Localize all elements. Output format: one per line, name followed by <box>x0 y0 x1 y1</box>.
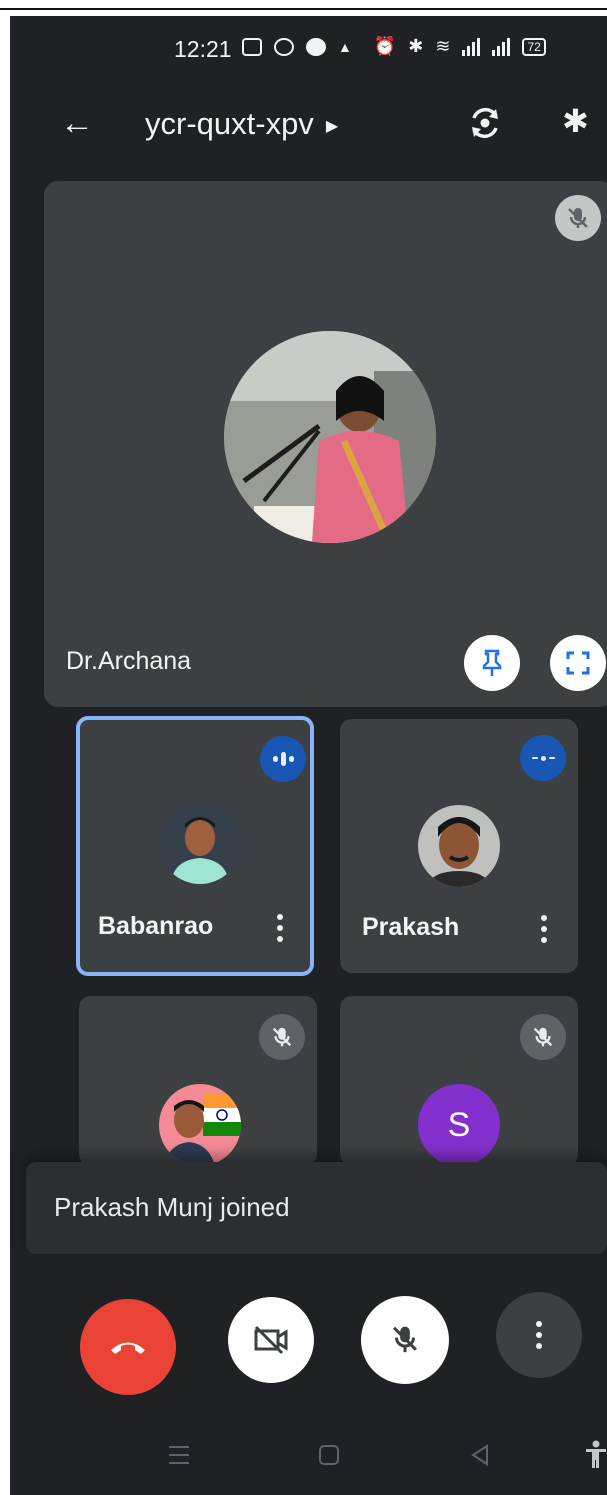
meeting-code-button[interactable]: ycr-quxt-xpv ▶ <box>145 106 338 142</box>
more-vert-icon[interactable] <box>276 914 284 942</box>
system-navigation-bar <box>10 1416 607 1495</box>
bluetooth-icon[interactable]: ✱ <box>562 102 589 140</box>
speaking-indicator-icon <box>260 736 306 782</box>
pin-button[interactable] <box>464 635 520 691</box>
status-icons: ▲ ⏰ ✱ ≋ 72 <box>242 36 546 57</box>
participant-tile[interactable]: S <box>340 996 578 1166</box>
participant-name: Prakash <box>362 913 460 941</box>
more-options-button[interactable] <box>496 1292 582 1378</box>
home-icon[interactable] <box>318 1444 340 1466</box>
camera-toggle-button[interactable] <box>228 1297 314 1383</box>
battery-icon: 72 <box>522 37 546 56</box>
app-notification-icon: ▲ <box>338 38 352 55</box>
meeting-app-bar: ← ycr-quxt-xpv ▶ ✱ <box>10 96 607 156</box>
participant-tile[interactable] <box>79 996 317 1166</box>
end-call-button[interactable] <box>80 1299 176 1395</box>
bluetooth-status-icon: ✱ <box>408 36 424 56</box>
more-vert-icon <box>535 1321 543 1349</box>
participant-tile-prakash[interactable]: Prakash <box>340 719 578 973</box>
avatar <box>418 805 500 887</box>
back-arrow-icon[interactable]: ← <box>60 104 94 143</box>
toast-text: Prakash Munj joined <box>54 1192 290 1222</box>
signal-1-icon <box>462 37 481 56</box>
avatar: S <box>418 1084 500 1166</box>
camera-off-icon <box>254 1325 288 1355</box>
status-time: 12:21 <box>174 36 232 62</box>
avatar <box>159 1084 241 1166</box>
more-vert-icon[interactable] <box>540 915 548 943</box>
jio-icon <box>306 37 326 56</box>
fullscreen-icon <box>566 651 590 675</box>
mic-off-icon <box>520 1014 566 1060</box>
participant-tile-babanrao[interactable]: Babanrao <box>76 716 314 976</box>
mic-off-icon <box>259 1014 305 1060</box>
phone-hangup-icon <box>111 1342 145 1354</box>
meet-screen: 12:21 ▲ ⏰ ✱ ≋ 72 ← ycr-quxt-xpv ▶ ✱ Dr.A… <box>10 16 607 1495</box>
recent-apps-icon[interactable] <box>167 1444 191 1466</box>
speaking-indicator-icon <box>520 735 566 781</box>
switch-camera-icon[interactable] <box>468 106 502 140</box>
caret-right-icon: ▶ <box>325 117 339 135</box>
main-participant-tile[interactable]: Dr.Archana <box>44 181 607 707</box>
participant-name: Babanrao <box>98 912 214 940</box>
mic-off-icon <box>392 1326 418 1353</box>
join-notification-toast: Prakash Munj joined <box>26 1162 607 1254</box>
pin-icon <box>482 649 502 676</box>
avatar <box>224 331 436 543</box>
avatar <box>159 802 241 884</box>
accessibility-icon[interactable] <box>585 1440 607 1470</box>
mic-toggle-button[interactable] <box>361 1296 449 1384</box>
whatsapp-icon <box>274 37 294 56</box>
wifi-icon: ≋ <box>435 36 451 56</box>
fullscreen-button[interactable] <box>550 635 606 691</box>
alarm-icon: ⏰ <box>373 36 397 56</box>
status-bar: 12:21 ▲ ⏰ ✱ ≋ 72 <box>10 16 607 76</box>
cast-icon <box>242 37 262 56</box>
mic-off-icon <box>555 195 601 241</box>
screenshot-top-border <box>0 0 607 10</box>
meeting-code: ycr-quxt-xpv <box>145 106 314 141</box>
back-nav-icon[interactable] <box>470 1444 490 1466</box>
signal-2-icon <box>492 37 511 56</box>
participant-name: Dr.Archana <box>66 647 192 675</box>
